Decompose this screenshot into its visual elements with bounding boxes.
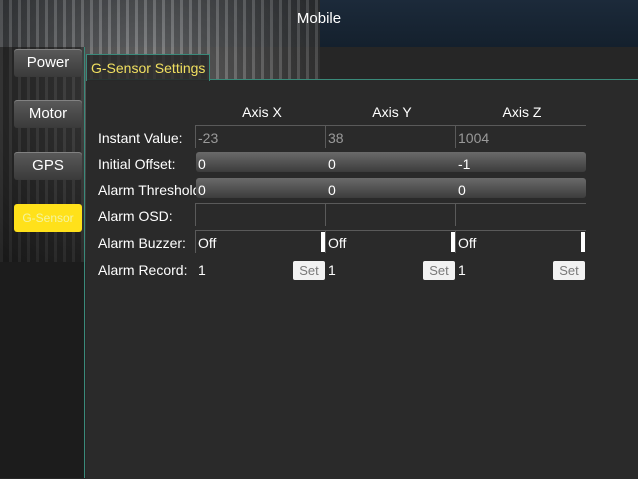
alarm-threshold-x-field[interactable]: 0	[198, 182, 206, 198]
row-label-initial-offset: Initial Offset:	[98, 156, 176, 172]
instant-value-x: -23	[198, 130, 219, 146]
alarm-buzzer-z-dropdown-indicator[interactable]	[581, 232, 585, 252]
initial-offset-z-field[interactable]: -1	[458, 156, 470, 172]
tab-g-sensor-settings[interactable]: G-Sensor Settings	[86, 54, 211, 81]
column-header-axis-x: Axis X	[242, 104, 282, 120]
sidebar-item-power[interactable]: Power	[14, 49, 82, 77]
alarm-record-z-set-button[interactable]: Set	[553, 261, 585, 280]
alarm-record-y-value: 1	[328, 262, 336, 278]
column-header-axis-y: Axis Y	[372, 104, 412, 120]
sidebar-item-g-sensor[interactable]: G-Sensor	[14, 204, 82, 232]
instant-value-z: 1004	[458, 130, 490, 146]
alarm-buzzer-x-dropdown-indicator[interactable]	[321, 232, 325, 252]
alarm-osd-cell-z[interactable]	[455, 203, 586, 226]
row-label-alarm-record: Alarm Record:	[98, 262, 188, 278]
alarm-buzzer-y-select[interactable]: Off	[328, 235, 346, 251]
alarm-threshold-z-field[interactable]: 0	[458, 182, 466, 198]
initial-offset-bar	[196, 152, 586, 172]
alarm-osd-cell-x[interactable]	[195, 203, 326, 226]
alarm-buzzer-y-dropdown-indicator[interactable]	[451, 232, 455, 252]
alarm-osd-cell-y[interactable]	[325, 203, 456, 226]
row-label-alarm-osd: Alarm OSD:	[98, 208, 173, 224]
instant-value-y: 38	[328, 130, 344, 146]
alarm-record-x-value: 1	[198, 262, 206, 278]
initial-offset-y-field[interactable]: 0	[328, 156, 336, 172]
row-label-instant-value: Instant Value:	[98, 130, 183, 146]
sidebar-item-gps[interactable]: GPS	[14, 152, 82, 180]
column-header-axis-z: Axis Z	[502, 104, 542, 120]
alarm-buzzer-x-select[interactable]: Off	[198, 235, 216, 251]
alarm-record-x-set-button[interactable]: Set	[293, 261, 325, 280]
alarm-record-y-set-button[interactable]: Set	[423, 261, 455, 280]
alarm-threshold-bar	[196, 178, 586, 198]
alarm-record-z-value: 1	[458, 262, 466, 278]
instant-value-cell-y	[325, 125, 456, 148]
sidebar-item-motor[interactable]: Motor	[14, 100, 82, 128]
initial-offset-x-field[interactable]: 0	[198, 156, 206, 172]
row-label-alarm-buzzer: Alarm Buzzer:	[98, 235, 186, 251]
alarm-threshold-y-field[interactable]: 0	[328, 182, 336, 198]
alarm-buzzer-z-select[interactable]: Off	[458, 235, 476, 251]
row-label-alarm-threshold: Alarm Threshold:	[98, 182, 205, 198]
window-title: Mobile	[296, 10, 342, 27]
